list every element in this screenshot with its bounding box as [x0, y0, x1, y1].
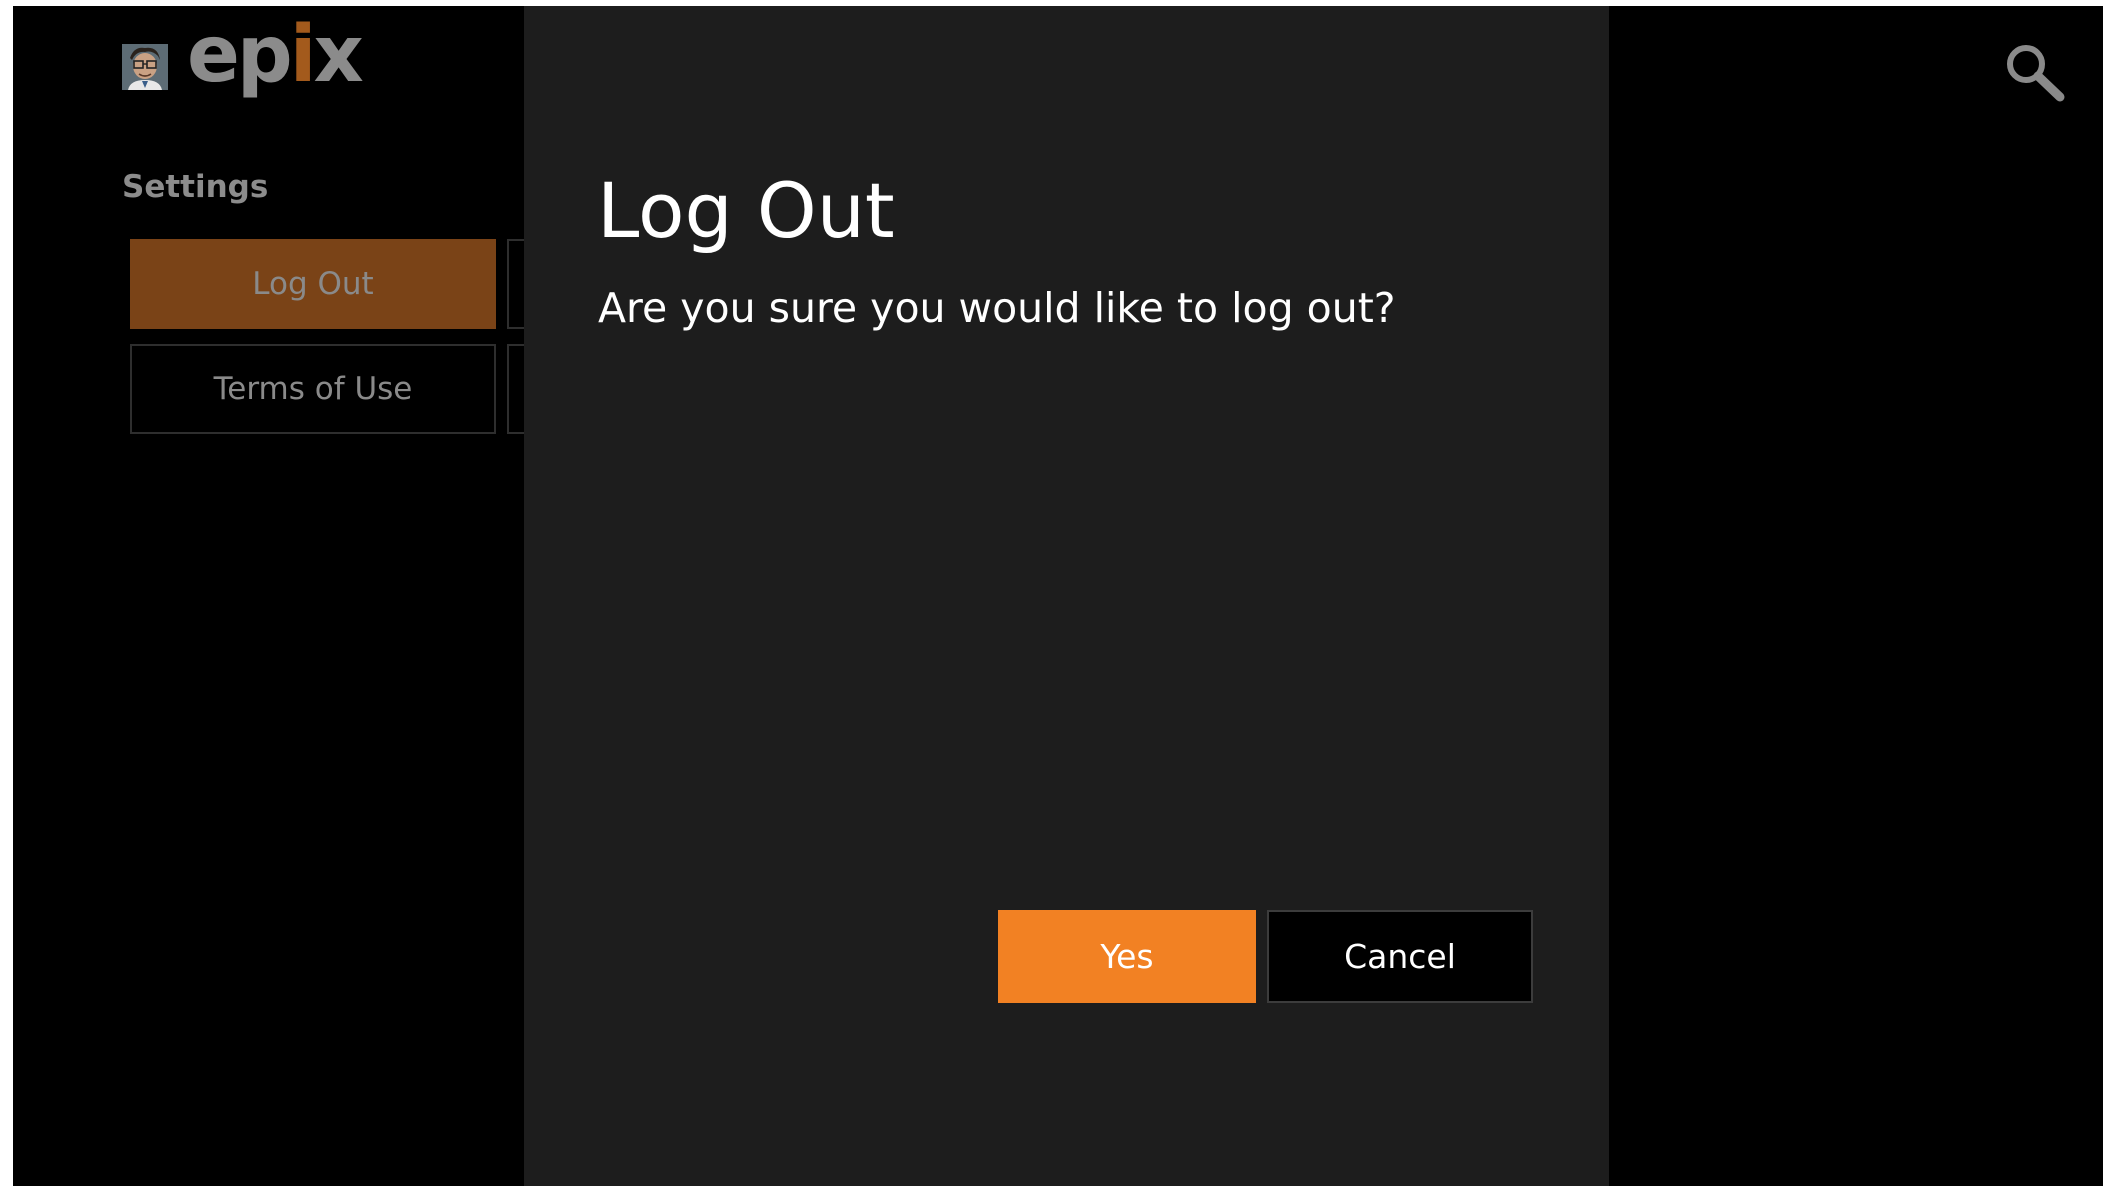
yes-button[interactable]: Yes — [998, 910, 1256, 1003]
settings-item-terms-of-use[interactable]: Terms of Use — [130, 344, 496, 434]
settings-item-label: Log Out — [252, 266, 374, 302]
dialog-title: Log Out — [597, 166, 895, 255]
search-icon — [2007, 45, 2065, 102]
app-screen: epix Settings Log Out Terms of Use Log O… — [13, 6, 2103, 1186]
settings-title: Settings — [122, 169, 269, 205]
logo-text-prefix: ep — [187, 10, 293, 100]
logout-dialog: Log Out Are you sure you would like to l… — [524, 6, 1609, 1186]
logo-text-suffix: x — [313, 10, 364, 100]
epix-logo: epix — [187, 16, 364, 94]
user-avatar[interactable] — [122, 44, 168, 90]
search-button[interactable] — [2003, 42, 2067, 102]
dialog-message: Are you sure you would like to log out? — [598, 284, 1396, 332]
cancel-button[interactable]: Cancel — [1267, 910, 1533, 1003]
settings-item-log-out[interactable]: Log Out — [130, 239, 496, 329]
logo-text-accent: i — [289, 10, 317, 100]
cartoon-avatar-icon — [122, 44, 168, 90]
settings-item-label: Terms of Use — [213, 371, 413, 407]
